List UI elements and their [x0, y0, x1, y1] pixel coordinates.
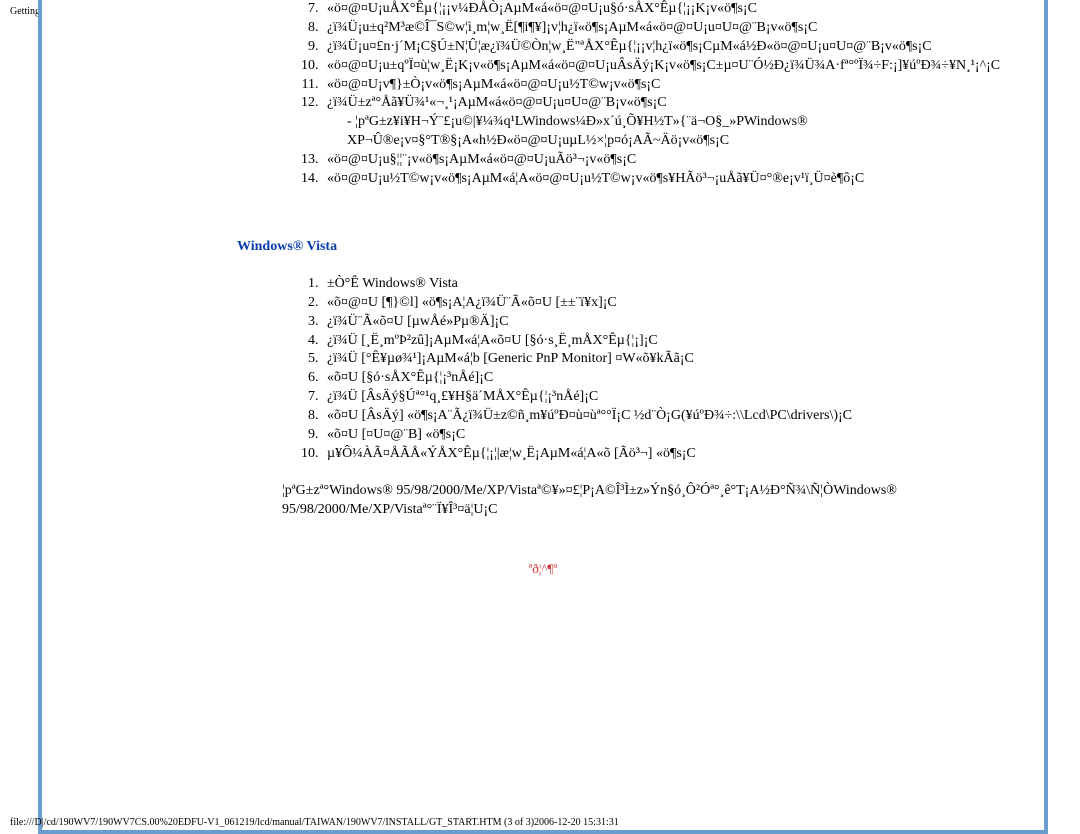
list-item: ¿ï¾Ü [°Ê¥µø¾¹]¡AµM«á¦b [Generic PnP Moni… [322, 350, 1004, 369]
list-item: ¿ï¾Ü¨Ã«õ¤U [µwÅé»P­µ®Ä]¡C [322, 313, 1004, 332]
numbered-list-1: «ö¤@¤U¡uÅX°Êµ{¦¡¡v¼ÐÅÒ¡AµM«á«ö¤@¤U¡u§ó·s… [322, 0, 1004, 189]
list-item: «ö¤@¤U¡u§¦¦¨¡v«ö¶s¡AµM«á«ö¤@¤U¡uÃö³¬¡v«ö… [322, 151, 1004, 170]
list-item: «ö¤@¤U¡v¶}±Ò¡v«ö¶s¡AµM«á«ö¤@¤U¡u½T©w¡v«ö… [322, 76, 1004, 95]
list-item: ¿ï¾Ü¡u±q²M³æ©Î¯S©w¦ì¸m¦w¸Ë[¶i¶¥]¡v¦h¿ï«ö… [322, 19, 1004, 38]
page-body: «ö¤@¤U¡uÅX°Êµ{¦¡¡v¼ÐÅÒ¡AµM«á«ö¤@¤U¡u§ó·s… [38, 0, 1048, 834]
list-item: ±Ò°Ê Windows® Vista [322, 275, 1004, 294]
numbered-list-vista: ±Ò°Ê Windows® Vista «õ¤@¤U [¶}©l] «ö¶s¡A… [322, 275, 1004, 464]
list-item: «õ¤@¤U [¶}©l] «ö¶s¡A¦A¿ï¾Ü¨Ã«õ¤U [±±¨ï¥x… [322, 294, 1004, 313]
return-link-container: ªð¦^­¶­º [82, 560, 1004, 578]
footer-file-path: file:///D|/cd/190WV7/190WV7CS.00%20EDFU-… [10, 817, 619, 828]
list-item: µ¥­Ô¼ÀÃ¤ÅÃÅ«ÝÅX°Êµ{¦¡¦|æ¦w¸Ë¡AµM«á¦A«õ [… [322, 445, 1004, 464]
list-item: «õ¤U [ÂsÄý] «ö¶s¡A¨Ã¿ï¾Ü±z©ñ¸m¥úºÐ¤ù¤ùª°… [322, 407, 1004, 426]
section-title-vista: Windows® Vista [237, 239, 1004, 255]
list-item: «ö¤@¤U¡u±qºÏ¤ù¦w¸Ë¡K¡v«ö¶s¡AµM«á«ö¤@¤U¡u… [322, 57, 1004, 76]
return-top-link[interactable]: ªð¦^­¶­º [529, 561, 558, 576]
list-item: «õ¤U [¤U¤@¨B] «ö¶s¡C [322, 426, 1004, 445]
list-item: ¿ï¾Ü¡u¤£­n·j´M¡C§Ú±N¦Û¦æ¿ï¾Ü©Ò­n¦w¸Ë"ªÅX… [322, 38, 1004, 57]
list-item: ¿ï¾Ü [¸Ë¸mºÞ²z­û]¡AµM«á¦A«õ¤U [§ó·s¸Ë¸mÅ… [322, 332, 1004, 351]
sub-bullet: - ¦pªG±z¥i¥H¬Ý¨£¡u©|¥¼¾q¹LWindows¼Ð»x´ú¸… [347, 113, 1004, 151]
list-item: «õ¤U [§ó·sÅX°Êµ{¦¡³nÅé]¡C [322, 369, 1004, 388]
paragraph-notes: ¦pªG±zª°Windows® 95/98/2000/Me/XP/Vistaª… [282, 482, 1004, 520]
list-item: ¿ï¾Ü [ÂsÄý§Úª°¹q¸£¥H§ä´MÅX°Êµ{¦¡³nÅé]¡C [322, 388, 1004, 407]
list-item-12: ¿ï¾Ü±zª°Åã¥Ü¾¹«¬¸¹¡AµM«á«ö¤@¤U¡u¤U¤@¨B¡v… [322, 94, 1004, 151]
list-item: «ö¤@¤U¡u½T©w¡v«ö¶s¡AµM«á¦A«ö¤@¤U¡u½T©w¡v… [322, 170, 1004, 189]
list-item: «ö¤@¤U¡uÅX°Êµ{¦¡¡v¼ÐÅÒ¡AµM«á«ö¤@¤U¡u§ó·s… [322, 0, 1004, 19]
list-item-text: ¿ï¾Ü±zª°Åã¥Ü¾¹«¬¸¹¡AµM«á«ö¤@¤U¡u¤U¤@¨B¡v… [327, 95, 667, 110]
